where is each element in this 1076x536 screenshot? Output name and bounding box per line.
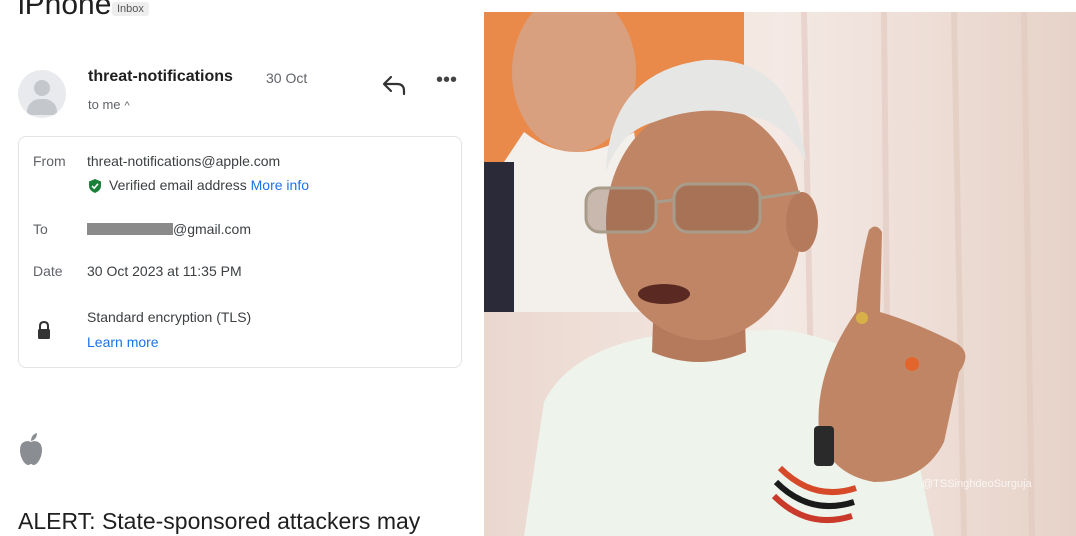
- to-label: To: [33, 221, 48, 237]
- date-label: Date: [33, 263, 63, 279]
- email-subject: iPhone: [18, 0, 112, 21]
- chevron-up-icon: ^: [124, 100, 130, 112]
- alert-headline: ALERT: State-sponsored attackers may: [18, 508, 421, 534]
- more-info-link[interactable]: More info: [251, 177, 309, 193]
- wristwatch: [814, 426, 834, 466]
- from-address: threat-notifications@apple.com: [87, 153, 281, 169]
- from-label: From: [33, 153, 66, 169]
- to-address: @gmail.com: [173, 221, 252, 237]
- recipient-summary: to me: [88, 97, 121, 112]
- verified-address-row: Verified email address More info: [109, 177, 309, 193]
- ring-gold: [856, 312, 868, 324]
- more-options-icon[interactable]: •••: [436, 70, 462, 92]
- poster-dark-panel: [484, 162, 514, 312]
- email-details-card: From threat-notifications@apple.com Veri…: [18, 136, 462, 368]
- mouth: [638, 284, 690, 304]
- redacted-block: [87, 223, 173, 235]
- inbox-label[interactable]: Inbox: [112, 2, 149, 16]
- encryption-text: Standard encryption (TLS): [87, 309, 252, 325]
- apple-logo-icon: [20, 433, 42, 465]
- ear: [786, 192, 818, 252]
- ring-orange: [905, 357, 919, 371]
- learn-more-link[interactable]: Learn more: [87, 334, 159, 350]
- photo-watermark: @TSSinghdeoSurguja: [922, 478, 1032, 490]
- news-photo: @TSSinghdeoSurguja: [484, 12, 1076, 536]
- reply-icon[interactable]: [380, 72, 408, 98]
- photo-illustration: [484, 12, 1076, 536]
- recipient-toggle[interactable]: to me ^: [88, 97, 130, 112]
- lock-icon: [38, 321, 50, 339]
- verified-shield-icon: [89, 179, 101, 193]
- verified-text: Verified email address: [109, 177, 247, 193]
- email-date-short: 30 Oct: [266, 70, 308, 86]
- email-panel: iPhone Inbox threat-notifications 30 Oct…: [0, 0, 478, 536]
- date-value: 30 Oct 2023 at 11:35 PM: [87, 263, 242, 279]
- avatar-person-icon[interactable]: [18, 70, 66, 118]
- sender-name: threat-notifications: [88, 68, 233, 85]
- to-address-row: @gmail.com: [87, 221, 251, 237]
